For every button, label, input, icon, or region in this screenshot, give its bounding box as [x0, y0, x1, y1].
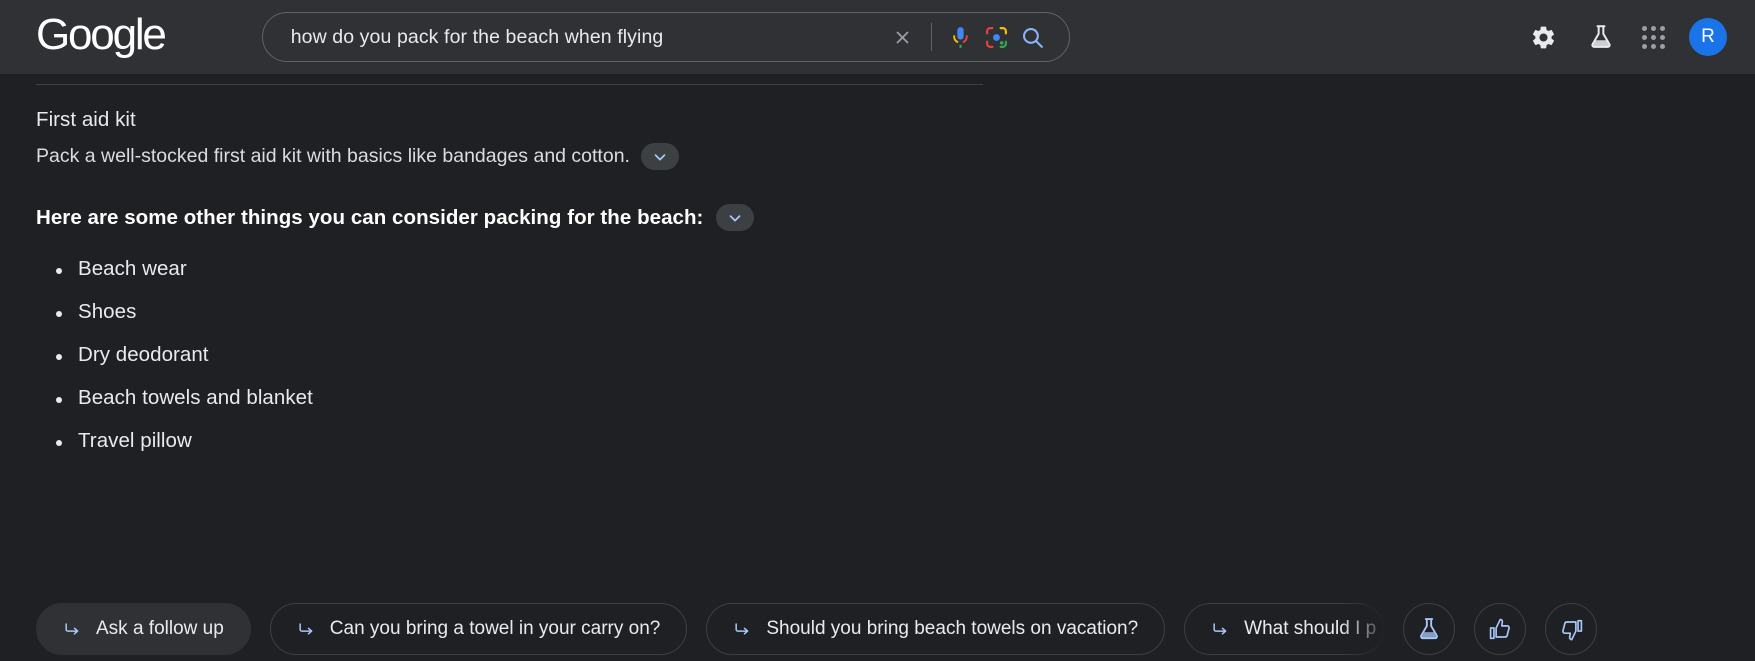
chevron-down-icon[interactable] — [716, 204, 755, 231]
voice-search-icon[interactable] — [943, 19, 979, 55]
apps-dot — [1660, 25, 1665, 31]
search-input[interactable] — [290, 25, 886, 49]
return-arrow-icon — [63, 620, 82, 639]
followup-chips-row: Ask a follow up Can you bring a towel in… — [36, 603, 1736, 655]
apps-dot — [1660, 34, 1665, 40]
consider-heading: Here are some other things you can consi… — [36, 205, 704, 229]
google-apps-icon[interactable] — [1642, 25, 1665, 49]
apps-dot — [1651, 43, 1656, 49]
list-item: Shoes — [36, 300, 1755, 324]
search-submit-icon[interactable] — [1015, 19, 1051, 55]
section-description-row: Pack a well-stocked first aid kit with b… — [36, 143, 1755, 170]
labs-flask-icon-button[interactable] — [1403, 603, 1456, 655]
search-header: Google how do you pack for the beach whe… — [0, 0, 1755, 74]
apps-dot — [1660, 43, 1665, 49]
results-content: First aid kit Pack a well-stocked first … — [0, 84, 1755, 655]
chip-carry-on-towel[interactable]: Can you bring a towel in your carry on? — [269, 603, 688, 655]
header-actions: R — [1526, 18, 1729, 56]
return-arrow-icon — [1211, 620, 1230, 639]
return-arrow-icon — [297, 620, 316, 639]
apps-dot — [1642, 34, 1647, 40]
chip-label: Should you bring beach towels on vacatio… — [766, 618, 1139, 639]
list-item: Travel pillow — [36, 429, 1755, 453]
chip-beach-towels-vacation[interactable]: Should you bring beach towels on vacatio… — [706, 603, 1166, 655]
thumbs-up-icon-button[interactable] — [1474, 603, 1527, 655]
thumbs-down-icon-button[interactable] — [1545, 603, 1598, 655]
gear-icon[interactable] — [1526, 20, 1560, 54]
packing-list: Beach wear Shoes Dry deodorant Beach tow… — [36, 257, 1755, 453]
search-bar[interactable] — [261, 12, 1070, 62]
section-title: First aid kit — [36, 108, 136, 131]
clear-search-icon[interactable] — [886, 20, 920, 54]
list-item: Beach wear — [36, 257, 1755, 281]
search-divider — [930, 23, 932, 51]
apps-dot — [1651, 34, 1656, 40]
chip-ask-a-follow-up[interactable]: Ask a follow up — [36, 603, 251, 655]
chip-label: Ask a follow up — [96, 618, 224, 639]
list-item: Beach towels and blanket — [36, 386, 1755, 410]
chip-label: What should I p — [1244, 618, 1377, 639]
section-description: Pack a well-stocked first aid kit with b… — [36, 145, 630, 168]
return-arrow-icon — [733, 620, 752, 639]
chip-label: Can you bring a towel in your carry on? — [329, 618, 661, 639]
apps-dot — [1642, 43, 1647, 49]
chevron-down-icon[interactable] — [640, 143, 679, 170]
google-logo[interactable]: Google — [36, 13, 167, 57]
google-lens-icon[interactable] — [979, 19, 1015, 55]
chip-what-should-i-pack[interactable]: What should I p — [1184, 603, 1385, 655]
list-item: Dry deodorant — [36, 343, 1755, 367]
labs-flask-icon[interactable] — [1584, 20, 1618, 54]
avatar[interactable]: R — [1689, 18, 1727, 56]
top-divider — [36, 84, 983, 85]
apps-dot — [1642, 25, 1647, 31]
consider-heading-row: Here are some other things you can consi… — [36, 204, 1755, 231]
apps-dot — [1651, 25, 1656, 31]
